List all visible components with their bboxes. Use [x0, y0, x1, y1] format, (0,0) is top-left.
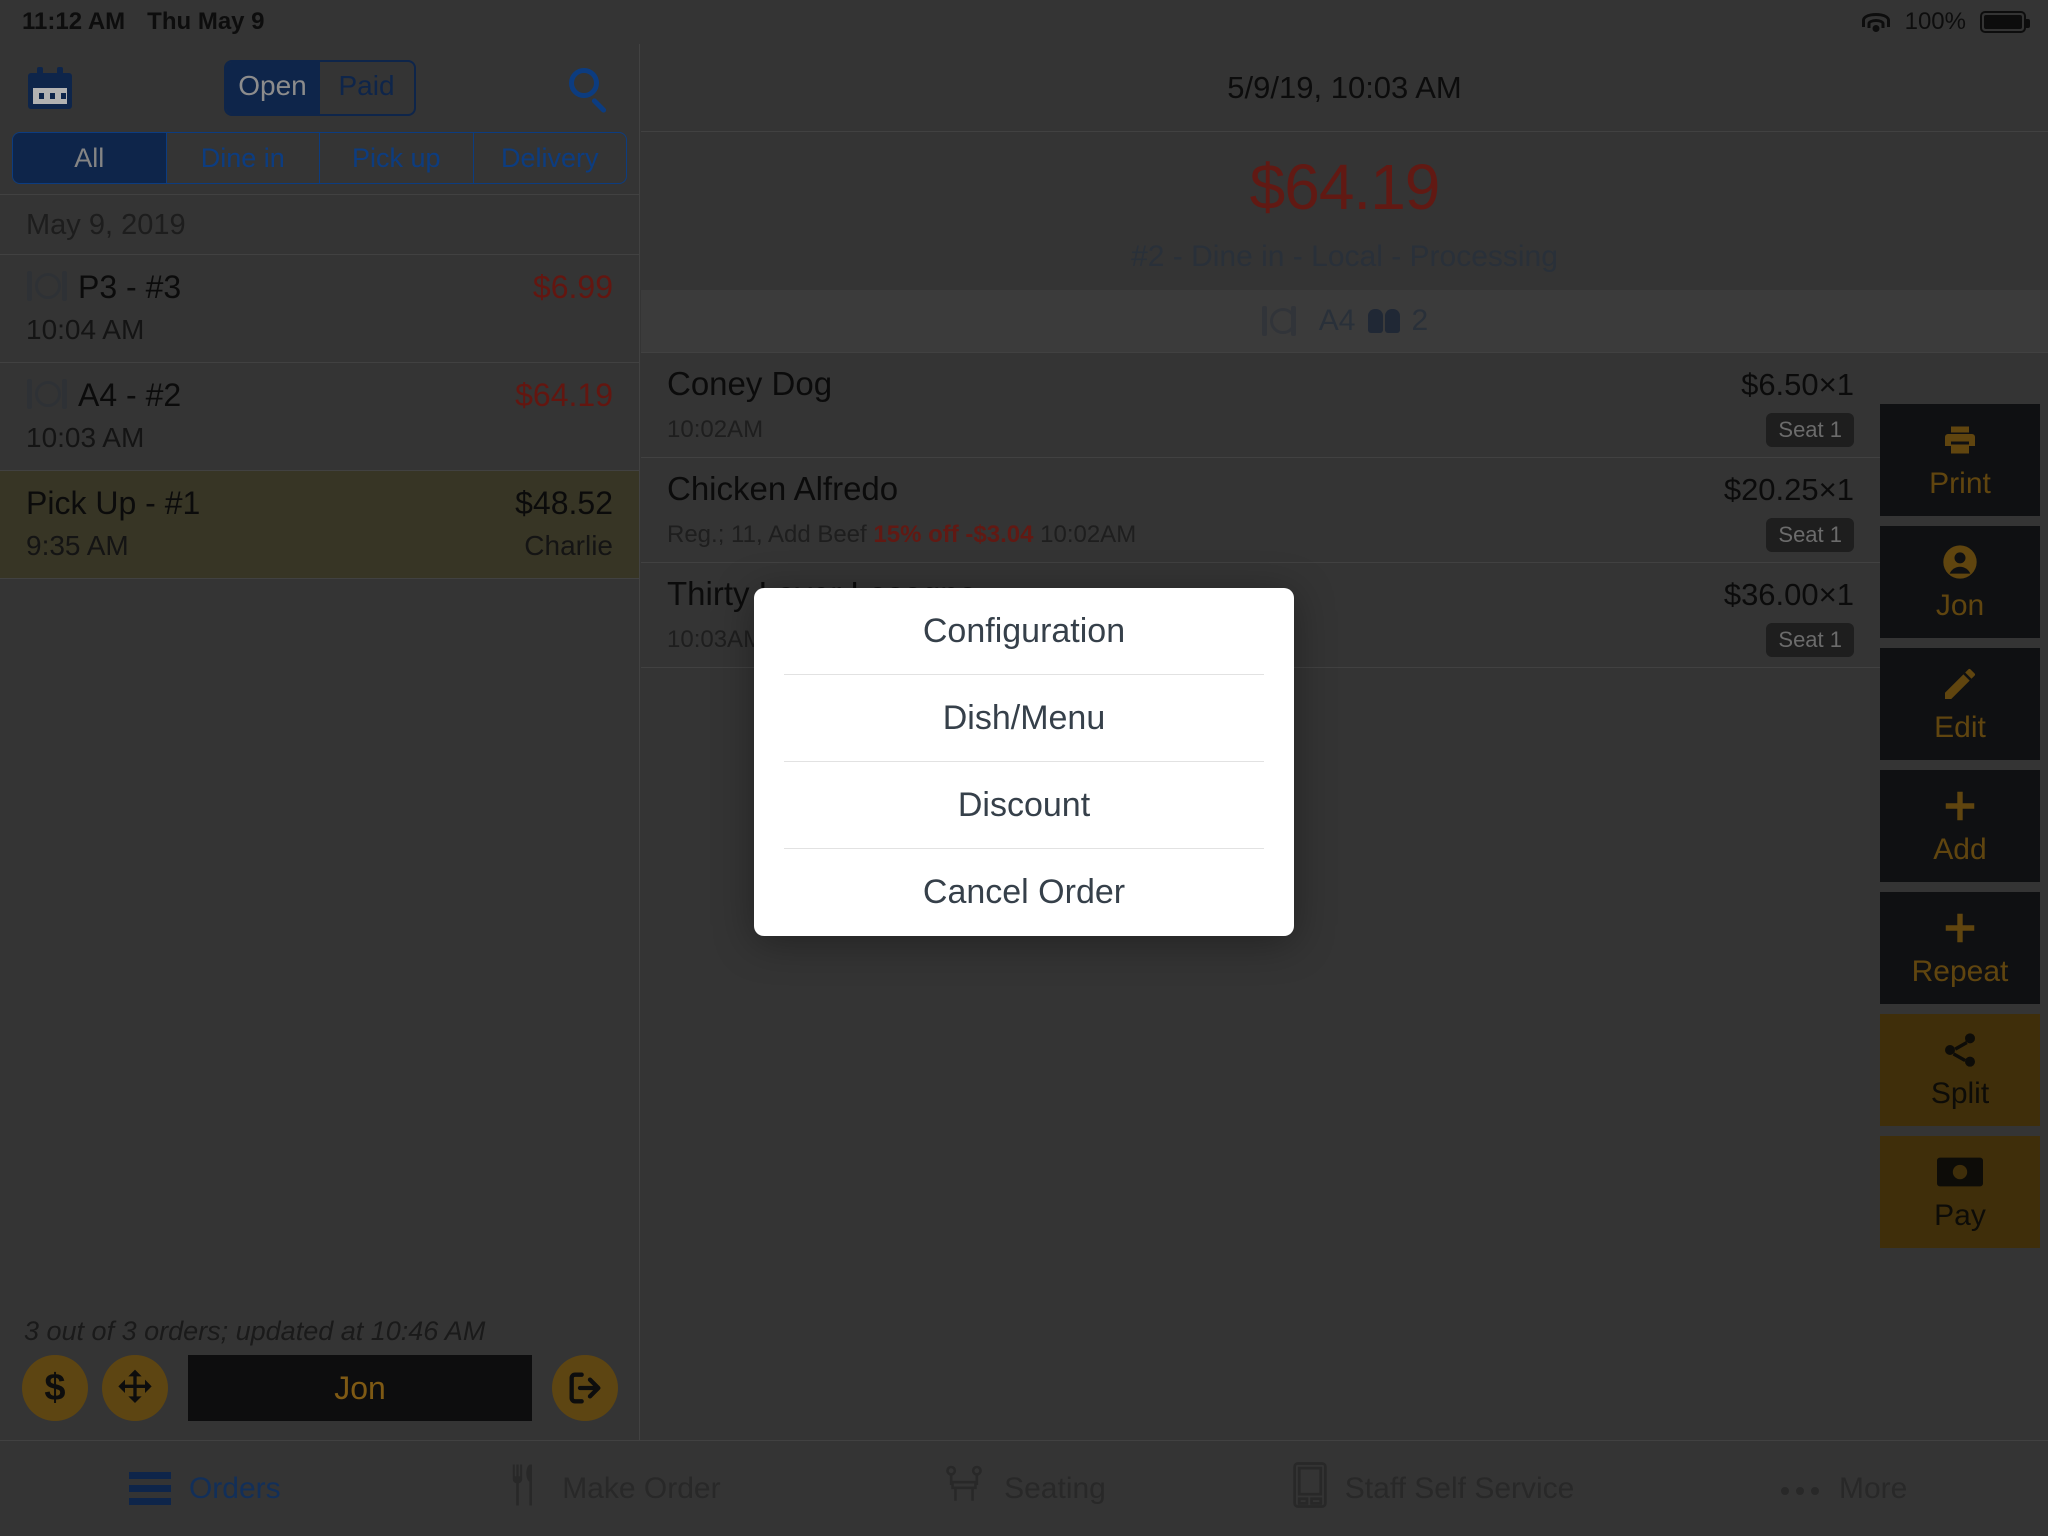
order-actions-modal: Configuration Dish/Menu Discount Cancel … — [754, 588, 1294, 936]
modal-item-dish-menu[interactable]: Dish/Menu — [784, 675, 1264, 762]
modal-item-cancel-order[interactable]: Cancel Order — [784, 849, 1264, 936]
modal-item-discount[interactable]: Discount — [784, 762, 1264, 849]
modal-item-configuration[interactable]: Configuration — [784, 588, 1264, 675]
